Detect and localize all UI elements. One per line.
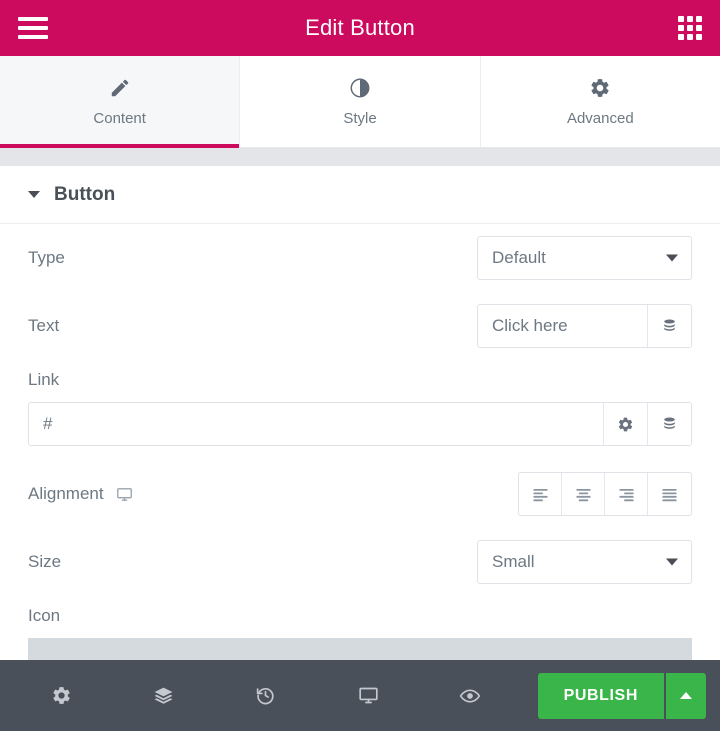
alignment-choices [518,472,692,516]
align-left-button[interactable] [519,473,562,515]
align-center-button[interactable] [562,473,605,515]
hamburger-bar [18,35,48,39]
grid-cell [687,25,693,31]
grid-cell [696,16,702,22]
control-type: Type Default [28,224,692,292]
publish-options-button[interactable] [664,672,706,719]
control-link-label: Link [28,370,60,389]
tab-advanced-label: Advanced [566,110,634,127]
gear-icon [589,76,611,100]
section-button-title: Button [54,183,116,205]
publish-group: PUBLISH [537,672,706,719]
button-text-input[interactable] [478,305,647,347]
grid-cell [678,25,684,31]
size-select[interactable]: Small [477,540,692,584]
grid-cell [678,34,684,40]
panel-tabs: Content Style Advanced [0,56,720,148]
tab-style-label: Style [343,110,377,127]
tab-advanced[interactable]: Advanced [480,56,720,147]
grid-cell [687,34,693,40]
text-field-group [477,304,692,348]
responsive-mode-icon[interactable] [351,679,385,713]
widgets-grid-icon[interactable] [678,16,702,40]
controls-container: Type Default Text Link [0,224,720,660]
publish-button[interactable]: PUBLISH [537,672,664,719]
contrast-icon [349,76,371,100]
control-size-label: Size [28,552,62,571]
type-select-wrapper: Default [477,236,692,280]
tab-content[interactable]: Content [0,56,241,148]
control-link: Link [28,360,692,460]
icon-picker-area[interactable] [28,638,692,660]
preview-icon[interactable] [453,679,487,713]
history-icon[interactable] [249,679,283,713]
grid-cell [696,25,702,31]
panel-header: Edit Button [0,0,720,56]
control-alignment: Alignment [28,460,692,528]
grid-cell [678,16,684,22]
align-justify-button[interactable] [648,473,691,515]
control-size: Size Small [28,528,692,596]
desktop-icon[interactable] [116,486,133,503]
section-button-header[interactable]: Button [0,166,720,224]
hamburger-bar [18,17,48,21]
panel-separator [0,148,720,166]
caret-up-icon [680,692,692,699]
pencil-icon [109,76,131,100]
control-icon-label: Icon [28,606,61,625]
footer-tools [0,679,532,713]
grid-cell [687,16,693,22]
link-options-gear-icon[interactable] [603,403,647,445]
hamburger-menu-icon[interactable] [18,17,48,39]
elementor-editor-panel: Edit Button Content Style Advanced Butto… [0,0,720,731]
tab-content-label: Content [93,110,146,127]
type-select[interactable]: Default [477,236,692,280]
control-type-label: Type [28,248,65,267]
database-icon[interactable] [647,403,691,445]
caret-down-icon [28,191,40,198]
control-icon: Icon [28,596,692,660]
database-icon[interactable] [647,305,691,347]
link-field-group [28,402,692,446]
navigator-icon[interactable] [146,679,180,713]
control-alignment-text: Alignment [28,484,104,503]
control-text: Text [28,292,692,360]
hamburger-bar [18,26,48,30]
size-select-wrapper: Small [477,540,692,584]
panel-footer: PUBLISH [0,660,720,731]
link-url-input[interactable] [29,403,603,445]
page-title: Edit Button [305,15,415,40]
align-right-button[interactable] [605,473,648,515]
settings-icon[interactable] [44,679,78,713]
tab-style[interactable]: Style [240,56,481,147]
control-alignment-label: Alignment [28,484,133,504]
control-text-label: Text [28,316,60,335]
grid-cell [696,34,702,40]
